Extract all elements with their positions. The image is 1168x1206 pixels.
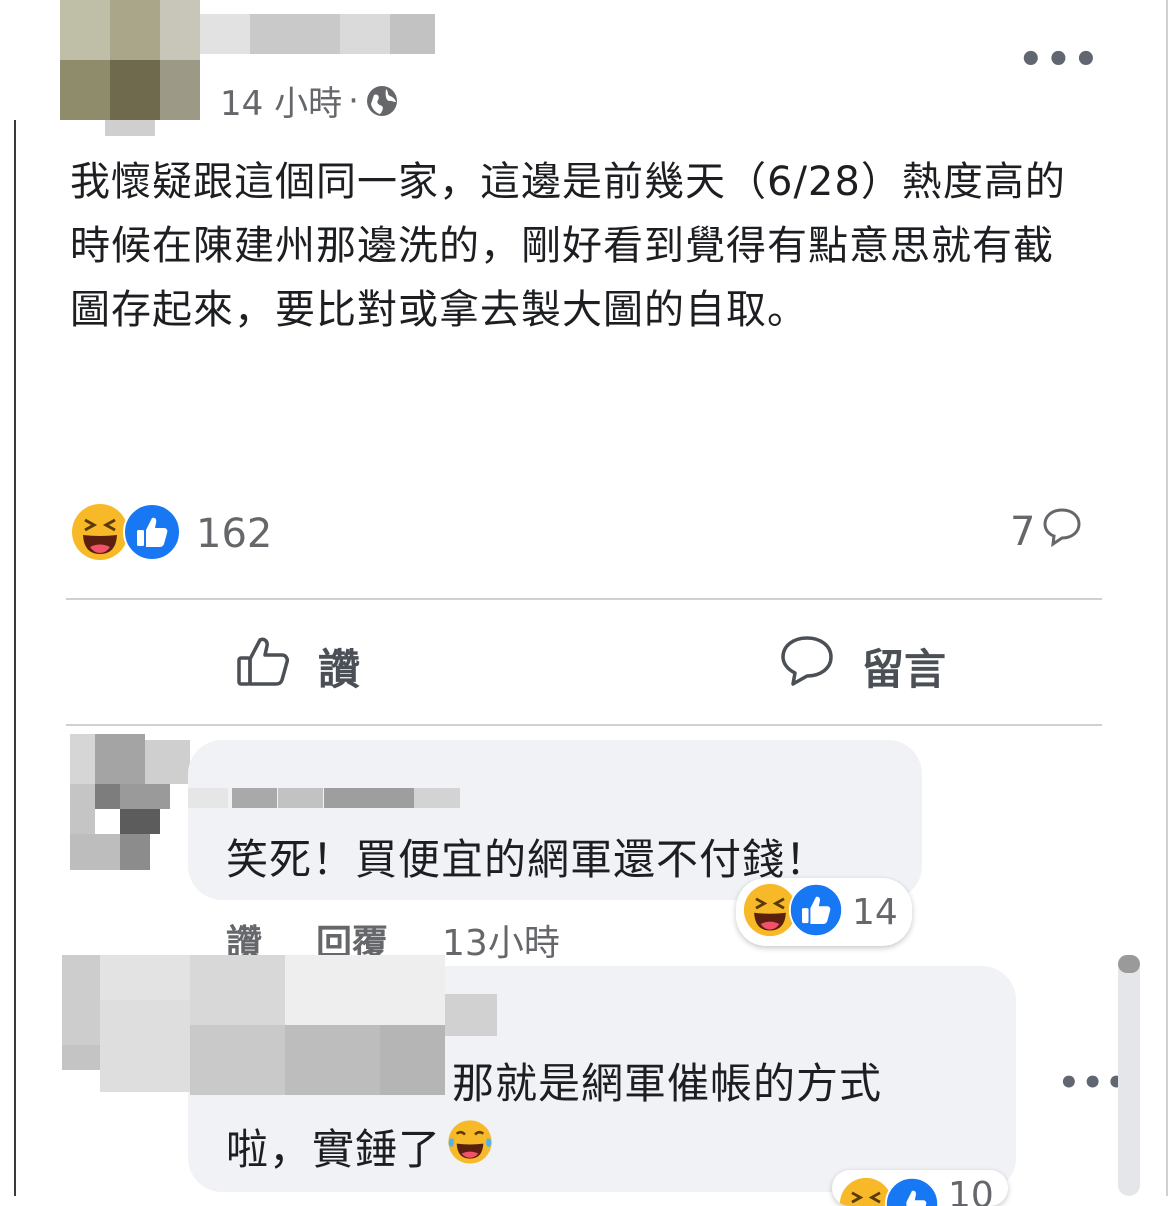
comments-count-value: 7 <box>1010 509 1036 555</box>
like-icon <box>788 882 844 942</box>
comment-1-text: 笑死！買便宜的網軍還不付錢！ <box>226 835 829 884</box>
post-time[interactable]: 14 小時 <box>220 76 342 125</box>
comment-1-reaction-count: 14 <box>852 891 898 933</box>
globe-icon <box>365 84 399 118</box>
tears-of-joy-icon <box>445 1117 495 1177</box>
comment-2-text-line2: 啦，實錘了 <box>226 1125 442 1174</box>
comment-button-label: 留言 <box>862 644 947 694</box>
thumbs-up-icon <box>234 632 292 700</box>
like-button-label: 讚 <box>318 644 361 694</box>
comment-2-text-line1: 那就是網軍催帳的方式 <box>452 1059 883 1108</box>
like-icon <box>122 502 182 566</box>
comment-1-reactions[interactable]: 14 <box>736 878 912 946</box>
like-button[interactable]: 讚 <box>234 632 360 700</box>
scrollbar-thumb[interactable] <box>1118 955 1140 973</box>
comments-count[interactable]: 7 <box>1010 506 1083 558</box>
like-icon <box>884 1176 940 1206</box>
divider-top <box>66 598 1102 600</box>
reaction-count: 162 <box>196 511 273 557</box>
post-meta: 14 小時 · <box>220 76 399 125</box>
divider-bottom <box>66 724 1102 726</box>
comment-bubble-icon <box>1041 506 1083 558</box>
comment-2-reaction-count: 10 <box>948 1175 994 1206</box>
post-reactions[interactable]: 162 <box>70 502 272 566</box>
comment-1-time[interactable]: 13小時 <box>442 914 560 966</box>
meta-separator: · <box>348 80 359 121</box>
comment-button[interactable]: 留言 <box>778 632 946 700</box>
scrollbar-track[interactable] <box>1118 955 1140 1196</box>
left-frame-border <box>14 120 16 1196</box>
comment-icon <box>778 632 836 700</box>
comment-2-reactions[interactable]: 10 <box>832 1170 1008 1206</box>
more-icon[interactable]: ••• <box>1018 40 1101 80</box>
haha-icon <box>70 502 130 566</box>
post-text: 我懷疑跟這個同一家，這邊是前幾天（6/28）熱度高的時候在陳建州那邊洗的，剛好看… <box>70 159 1066 333</box>
comment-2-text-line2-row: 啦，實錘了 <box>226 1116 495 1177</box>
